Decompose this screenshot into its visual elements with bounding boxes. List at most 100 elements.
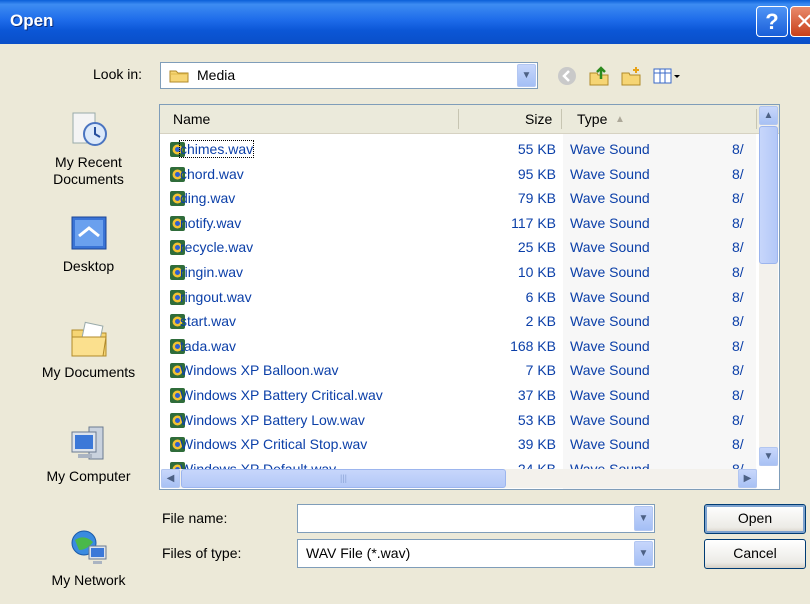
file-type: Wave Sound xyxy=(570,141,650,157)
filetype-select[interactable]: WAV File (*.wav) ▼ xyxy=(297,539,655,568)
title-bar: Open ? ✕ xyxy=(0,0,810,44)
file-row[interactable]: ding.wav 79 KB Wave Sound 8/ xyxy=(160,187,756,211)
file-size: 95 KB xyxy=(517,165,556,182)
file-name: chord.wav xyxy=(180,165,244,182)
my-network-icon xyxy=(69,528,109,568)
chevron-down-icon[interactable]: ▼ xyxy=(517,64,536,87)
desktop-icon xyxy=(69,214,109,254)
file-row[interactable]: chimes.wav 55 KB Wave Sound 8/ xyxy=(160,138,756,162)
file-size: 10 KB xyxy=(517,264,556,280)
scroll-right-icon[interactable]: ▶ xyxy=(738,469,757,488)
file-row[interactable]: notify.wav 117 KB Wave Sound 8/ xyxy=(160,212,756,236)
file-row[interactable]: tada.wav 168 KB Wave Sound 8/ xyxy=(160,335,756,359)
recent-documents-icon xyxy=(69,110,109,150)
file-size: 37 KB xyxy=(517,387,556,403)
file-size: 25 KB xyxy=(517,239,556,256)
file-date: 8/ xyxy=(732,264,744,280)
file-type: Wave Sound xyxy=(570,337,650,354)
file-name: recycle.wav xyxy=(180,239,254,256)
file-size: 55 KB xyxy=(517,141,556,157)
file-size: 79 KB xyxy=(517,190,556,207)
horizontal-scroll-thumb[interactable]: ||| xyxy=(181,469,506,488)
file-name: notify.wav xyxy=(180,214,242,231)
open-button[interactable]: Open xyxy=(704,504,806,534)
file-type: Wave Sound xyxy=(570,411,650,428)
file-row[interactable]: recycle.wav 25 KB Wave Sound 8/ xyxy=(160,236,756,260)
sort-ascending-icon: ▲ xyxy=(615,114,625,125)
filetype-label: Files of type: xyxy=(162,545,242,561)
column-divider[interactable] xyxy=(458,109,459,129)
file-list[interactable]: Name Size Type ▲ D chimes.wav 55 KB Wave S… xyxy=(159,104,780,490)
cancel-button[interactable]: Cancel xyxy=(704,539,806,569)
help-icon: ? xyxy=(765,8,779,34)
file-date: 8/ xyxy=(732,165,744,182)
file-row[interactable]: Windows XP Battery Low.wav 53 KB Wave Soun… xyxy=(160,409,756,433)
place-label: My Network xyxy=(51,572,126,588)
close-button[interactable]: ✕ xyxy=(790,6,810,37)
file-row[interactable]: chord.wav 95 KB Wave Sound 8/ xyxy=(160,163,756,187)
file-row[interactable]: ringout.wav 6 KB Wave Sound 8/ xyxy=(160,286,756,310)
vertical-scroll-thumb[interactable] xyxy=(759,126,778,264)
chevron-down-icon[interactable]: ▼ xyxy=(634,541,653,566)
file-name: ding.wav xyxy=(180,190,236,207)
place-desktop[interactable]: Desktop xyxy=(30,214,147,275)
file-size: 53 KB xyxy=(517,411,556,428)
file-date: 8/ xyxy=(732,141,744,157)
file-name: tada.wav xyxy=(180,337,237,354)
horizontal-scrollbar[interactable]: ◀ ||| ▶ xyxy=(161,469,757,488)
place-label: Desktop xyxy=(62,258,115,274)
file-type: Wave Sound xyxy=(570,264,650,280)
file-name: start.wav xyxy=(180,313,237,330)
place-my-recent-documents[interactable]: My Recent Documents xyxy=(30,110,147,188)
file-date: 8/ xyxy=(732,190,744,207)
column-header-type[interactable]: Type xyxy=(577,111,607,127)
file-type: Wave Sound xyxy=(570,214,650,231)
help-button[interactable]: ? xyxy=(756,6,788,37)
views-icon[interactable] xyxy=(652,65,682,87)
file-date: 8/ xyxy=(732,387,744,403)
file-size: 168 KB xyxy=(510,337,556,354)
file-row[interactable]: Windows XP Battery Critical.wav 37 KB Wave… xyxy=(160,384,756,408)
file-date: 8/ xyxy=(732,288,744,305)
place-my-computer[interactable]: My Computer xyxy=(30,424,147,485)
up-folder-icon[interactable] xyxy=(588,65,610,87)
file-size: 39 KB xyxy=(517,436,556,453)
file-type: Wave Sound xyxy=(570,288,650,305)
file-row[interactable]: ringin.wav 10 KB Wave Sound 8/ xyxy=(160,261,756,285)
new-folder-icon[interactable] xyxy=(620,65,642,87)
file-size: 117 KB xyxy=(511,214,556,231)
file-name: Windows XP Battery Low.wav xyxy=(180,411,365,428)
file-name: Windows XP Critical Stop.wav xyxy=(180,436,368,453)
filetype-value: WAV File (*.wav) xyxy=(306,545,411,561)
file-name: Windows XP Battery Critical.wav xyxy=(180,387,383,403)
file-name: chimes.wav xyxy=(178,140,255,158)
file-type: Wave Sound xyxy=(570,387,650,403)
column-divider[interactable] xyxy=(756,109,757,129)
scroll-down-icon[interactable]: ▼ xyxy=(759,447,778,466)
file-name: ringout.wav xyxy=(180,288,252,305)
column-headers: Name Size Type ▲ D xyxy=(160,105,779,134)
places-bar: My Recent Documents Desktop My Documents… xyxy=(30,102,147,604)
file-date: 8/ xyxy=(732,313,744,330)
place-my-documents[interactable]: My Documents xyxy=(30,320,147,381)
back-icon[interactable] xyxy=(556,65,578,87)
lookin-combo[interactable]: Media ▼ xyxy=(160,62,538,89)
scroll-up-icon[interactable]: ▲ xyxy=(759,106,778,125)
file-row[interactable]: start.wav 2 KB Wave Sound 8/ xyxy=(160,310,756,334)
file-row[interactable]: Windows XP Critical Stop.wav 39 KB Wave So… xyxy=(160,433,756,457)
scroll-left-icon[interactable]: ◀ xyxy=(161,469,180,488)
place-my-network[interactable]: My Network xyxy=(30,528,147,589)
filename-input[interactable]: ▼ xyxy=(297,504,655,533)
column-header-name[interactable]: Name xyxy=(173,111,210,127)
file-size: 7 KB xyxy=(525,362,556,379)
column-divider[interactable] xyxy=(561,109,562,129)
column-header-size[interactable]: Size xyxy=(525,111,552,127)
chevron-down-icon[interactable]: ▼ xyxy=(634,506,653,531)
toolbar xyxy=(556,62,682,89)
place-label: My Documents xyxy=(41,364,136,380)
file-row[interactable]: Windows XP Balloon.wav 7 KB Wave Sound 8/ xyxy=(160,359,756,383)
file-date: 8/ xyxy=(732,411,744,428)
file-date: 8/ xyxy=(732,436,744,453)
vertical-scrollbar[interactable]: ▲ ▼ xyxy=(759,106,778,466)
file-name: ringin.wav xyxy=(180,264,244,280)
